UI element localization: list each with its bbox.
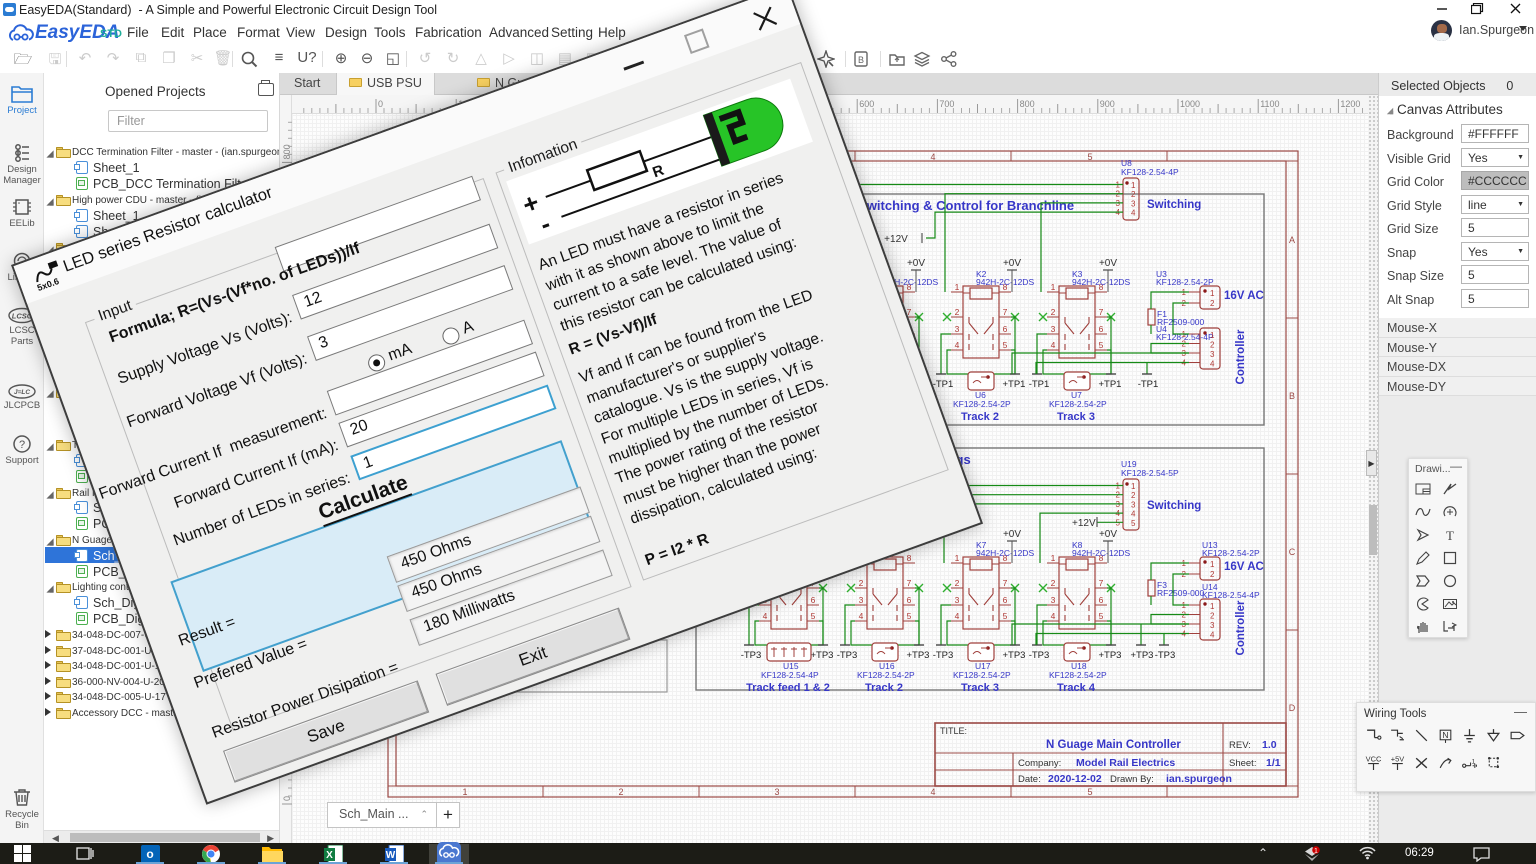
svg-text:5x0.6: 5x0.6 xyxy=(36,276,61,293)
svg-text:T: T xyxy=(1446,528,1454,543)
svg-text:N: N xyxy=(1442,730,1448,740)
svg-text:1: 1 xyxy=(1314,848,1318,855)
svg-text:J=LC: J=LC xyxy=(14,389,30,396)
svg-text:?: ? xyxy=(19,439,25,451)
svg-text:-: - xyxy=(536,208,554,239)
svg-text:R: R xyxy=(650,162,666,182)
svg-text:W: W xyxy=(385,850,395,861)
svg-text:X: X xyxy=(326,850,333,861)
svg-text:+5V: +5V xyxy=(1391,754,1404,763)
svg-text:B: B xyxy=(858,55,864,65)
svg-text:VCC: VCC xyxy=(1366,754,1382,763)
